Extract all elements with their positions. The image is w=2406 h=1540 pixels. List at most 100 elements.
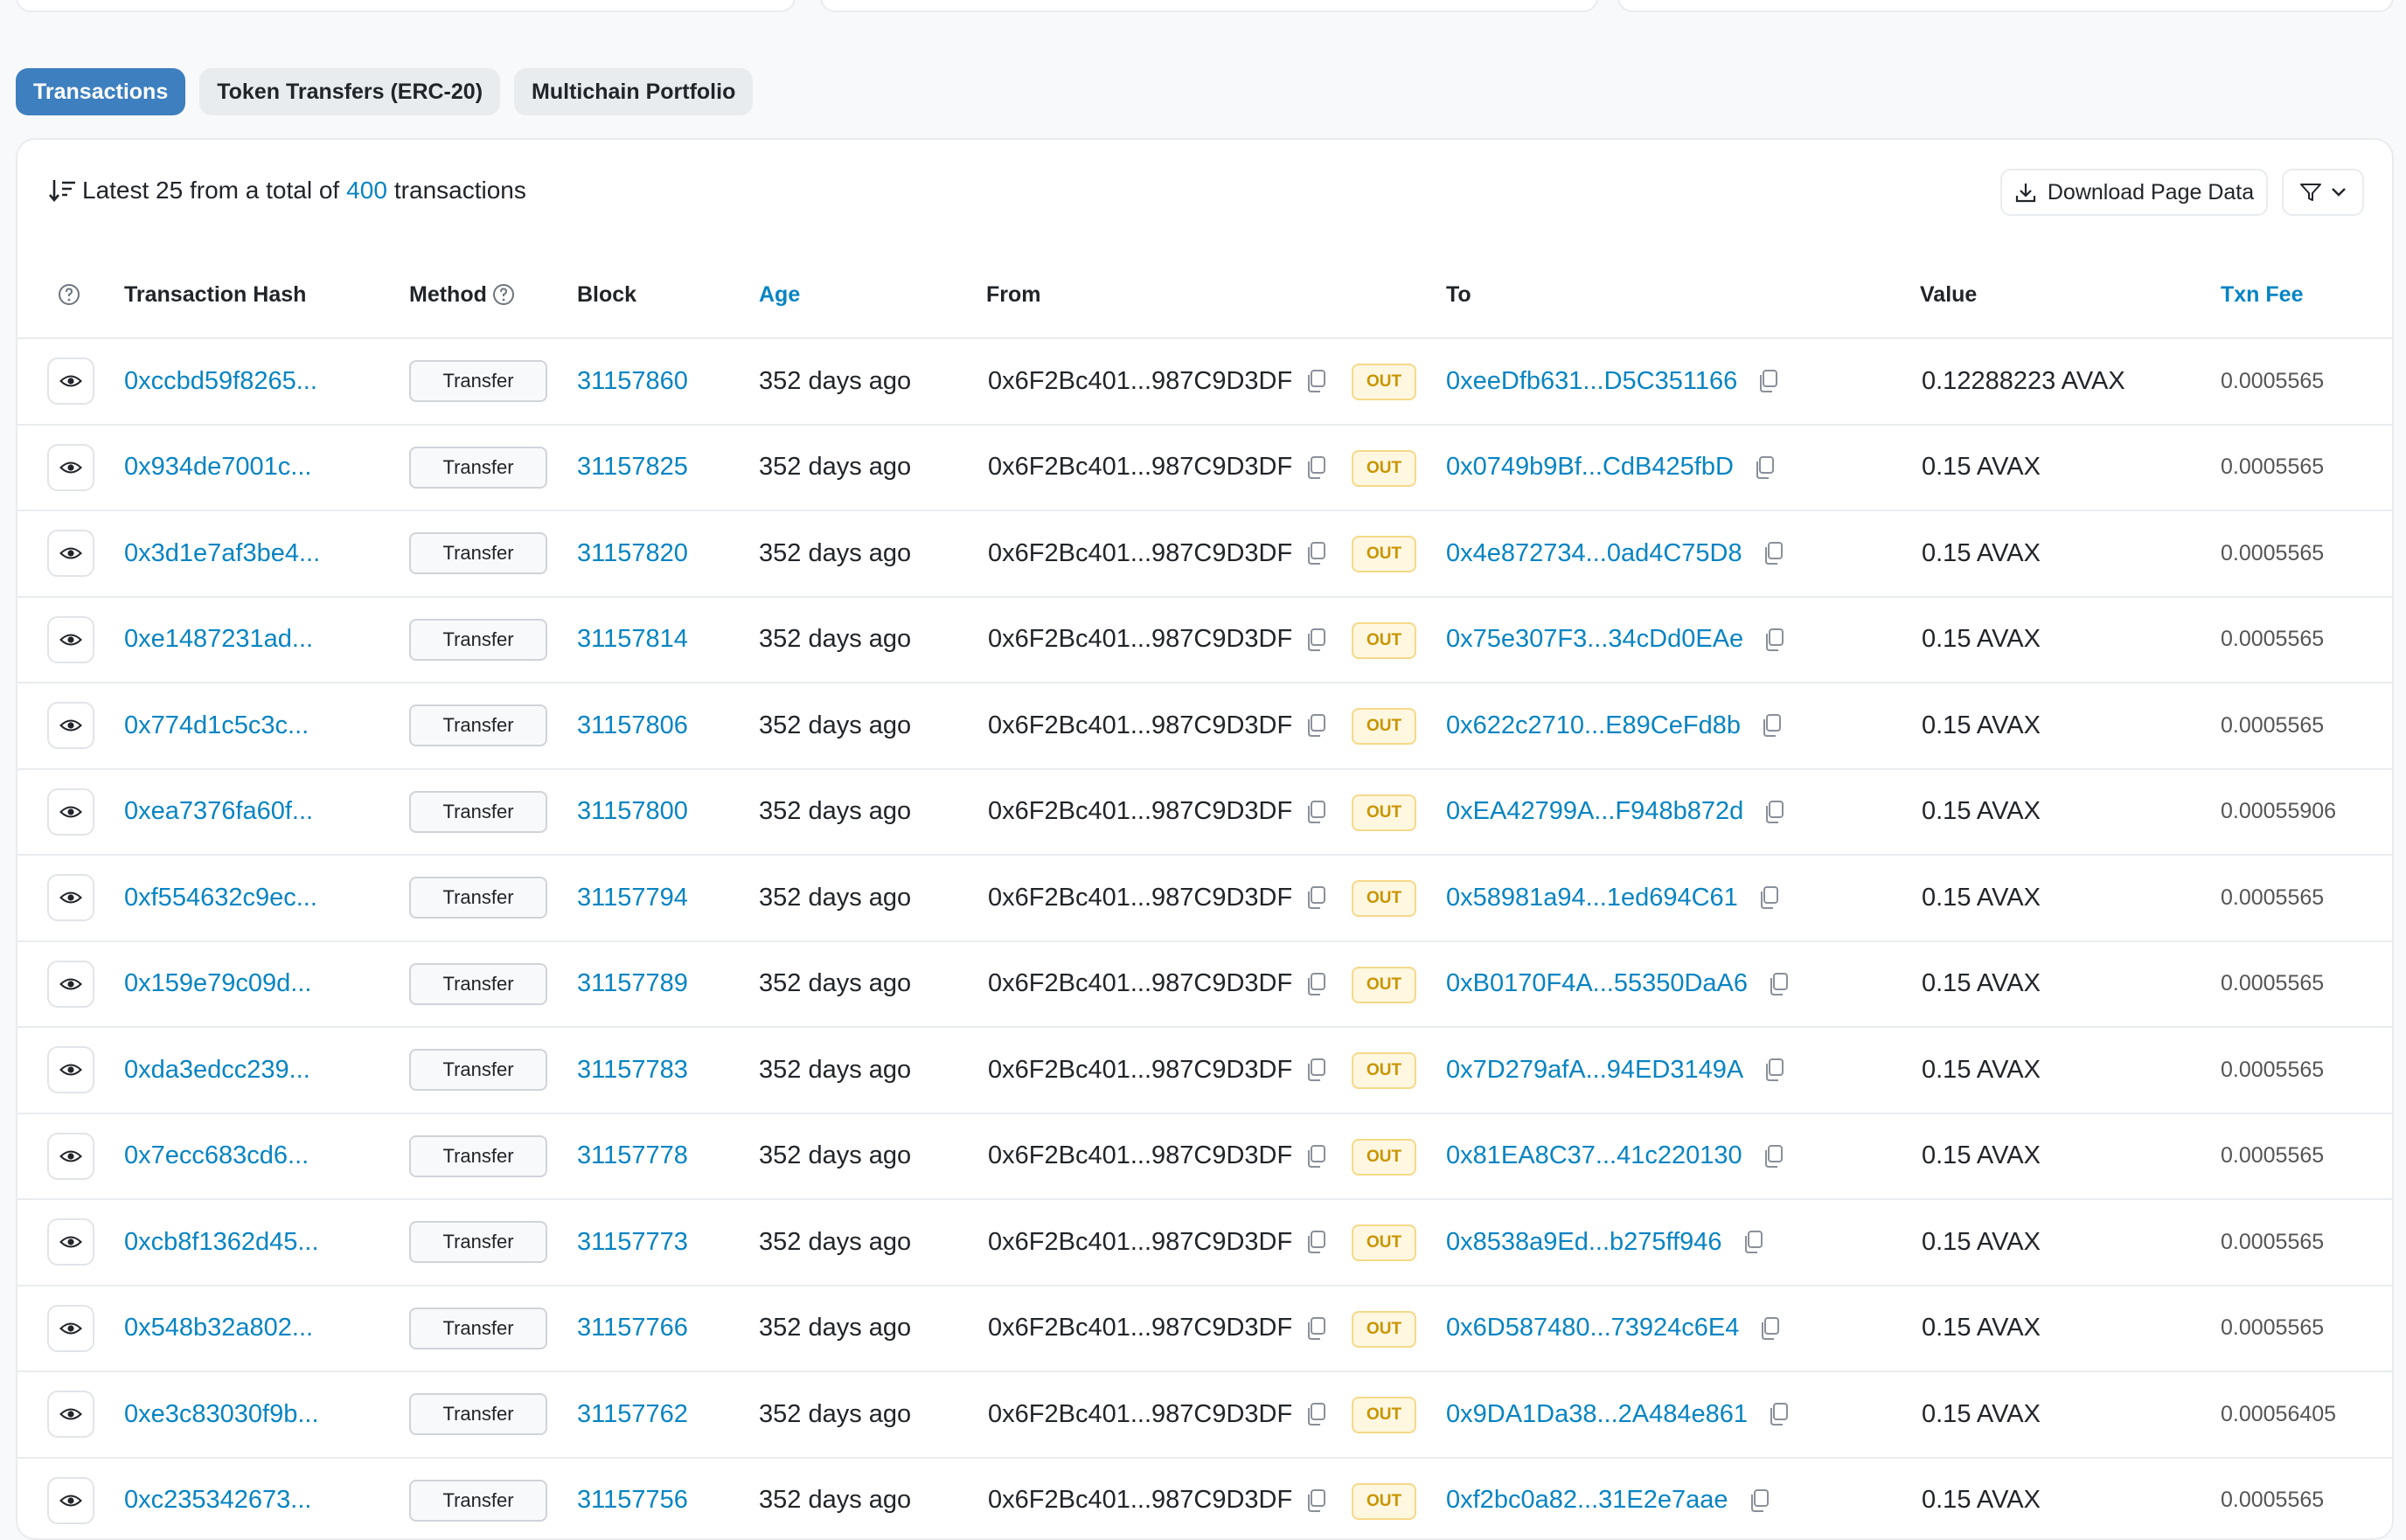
to-address-link[interactable]: 0x4e872734...0ad4C75D8 (1446, 539, 1742, 568)
copy-icon[interactable] (1304, 541, 1327, 565)
block-link[interactable]: 31157800 (577, 770, 688, 854)
transaction-hash-link[interactable]: 0xf554632c9ec... (124, 856, 317, 940)
to-address-link[interactable]: 0x6D587480...73924c6E4 (1446, 1314, 1739, 1342)
transaction-hash-link[interactable]: 0xda3edcc239... (124, 1028, 310, 1112)
block-link[interactable]: 31157814 (577, 598, 688, 682)
copy-icon[interactable] (1756, 369, 1779, 393)
copy-icon[interactable] (1753, 455, 1776, 480)
copy-icon[interactable] (1304, 1058, 1327, 1082)
view-details-button[interactable] (47, 1477, 94, 1524)
copy-icon[interactable] (1304, 713, 1327, 738)
view-details-button[interactable] (47, 702, 94, 749)
copy-icon[interactable] (1767, 972, 1790, 996)
eye-icon (59, 1062, 82, 1078)
copy-icon[interactable] (1767, 1402, 1790, 1426)
transaction-hash-link[interactable]: 0xccbd59f8265... (124, 339, 317, 423)
block-link[interactable]: 31157773 (577, 1200, 688, 1284)
copy-icon[interactable] (1304, 1488, 1327, 1513)
block-link[interactable]: 31157762 (577, 1372, 688, 1456)
to-address-link[interactable]: 0x0749b9Bf...CdB425fbD (1446, 453, 1734, 482)
direction-out-badge: OUT (1352, 1052, 1416, 1089)
copy-icon[interactable] (1760, 713, 1783, 738)
block-link[interactable]: 31157756 (577, 1459, 688, 1540)
copy-icon[interactable] (1304, 1144, 1327, 1169)
copy-icon[interactable] (1304, 369, 1327, 393)
view-details-button[interactable] (47, 1046, 94, 1093)
view-details-button[interactable] (47, 1218, 94, 1266)
download-page-data-button[interactable]: Download Page Data (2000, 169, 2268, 216)
block-link[interactable]: 31157860 (577, 339, 688, 423)
block-link[interactable]: 31157783 (577, 1028, 688, 1112)
copy-icon[interactable] (1762, 1144, 1784, 1169)
view-details-button[interactable] (47, 1133, 94, 1180)
transaction-hash-link[interactable]: 0x159e79c09d... (124, 942, 311, 1026)
transaction-hash-link[interactable]: 0xea7376fa60f... (124, 770, 313, 854)
block-link[interactable]: 31157778 (577, 1114, 688, 1198)
top-card-1 (16, 0, 796, 12)
total-count-link[interactable]: 400 (346, 177, 387, 205)
question-circle-icon[interactable] (492, 283, 515, 306)
view-details-button[interactable] (47, 357, 94, 405)
transaction-hash-link[interactable]: 0xe1487231ad... (124, 598, 313, 682)
view-details-button[interactable] (47, 961, 94, 1008)
to-address-link[interactable]: 0x81EA8C37...41c220130 (1446, 1141, 1742, 1170)
direction-out-badge: OUT (1352, 1224, 1416, 1261)
to-address-link[interactable]: 0x75e307F3...34cDd0EAe (1446, 625, 1743, 654)
tab-transactions[interactable]: Transactions (16, 68, 185, 115)
transaction-hash-link[interactable]: 0x548b32a802... (124, 1287, 313, 1370)
copy-icon[interactable] (1304, 1316, 1327, 1341)
copy-icon[interactable] (1304, 1402, 1327, 1426)
transaction-hash-link[interactable]: 0xcb8f1362d45... (124, 1200, 319, 1284)
view-details-button[interactable] (47, 530, 94, 577)
copy-icon[interactable] (1763, 1058, 1785, 1082)
copy-icon[interactable] (1304, 1230, 1327, 1254)
block-link[interactable]: 31157806 (577, 683, 688, 767)
copy-icon[interactable] (1763, 800, 1785, 824)
block-link[interactable]: 31157820 (577, 511, 688, 595)
transaction-hash-link[interactable]: 0x934de7001c... (124, 426, 311, 510)
transaction-hash-link[interactable]: 0x7ecc683cd6... (124, 1114, 309, 1198)
to-address-link[interactable]: 0xf2bc0a82...31E2e7aae (1446, 1486, 1728, 1515)
copy-icon[interactable] (1304, 455, 1327, 480)
copy-icon[interactable] (1304, 800, 1327, 824)
tab-multichain-portfolio[interactable]: Multichain Portfolio (514, 68, 753, 115)
copy-icon[interactable] (1757, 885, 1780, 910)
copy-icon[interactable] (1763, 628, 1785, 652)
transaction-hash-link[interactable]: 0xe3c83030f9b... (124, 1372, 319, 1456)
view-details-button[interactable] (47, 874, 94, 921)
to-address-link[interactable]: 0x58981a94...1ed694C61 (1446, 884, 1738, 912)
to-address-link[interactable]: 0x8538a9Ed...b275ff946 (1446, 1228, 1722, 1257)
to-address-link[interactable]: 0x9DA1Da38...2A484e861 (1446, 1400, 1748, 1429)
transaction-hash-link[interactable]: 0x774d1c5c3c... (124, 683, 309, 767)
block-link[interactable]: 31157794 (577, 856, 688, 940)
copy-icon[interactable] (1762, 541, 1784, 565)
column-txn-fee[interactable]: Txn Fee (2221, 252, 2303, 337)
tab-token-transfers[interactable]: Token Transfers (ERC-20) (199, 68, 500, 115)
view-details-button[interactable] (47, 616, 94, 663)
copy-icon[interactable] (1304, 972, 1327, 996)
view-details-button[interactable] (47, 788, 94, 836)
block-link[interactable]: 31157766 (577, 1287, 688, 1370)
transaction-hash-link[interactable]: 0xc235342673... (124, 1459, 311, 1540)
copy-icon[interactable] (1304, 628, 1327, 652)
to-address-link[interactable]: 0xeeDfb631...D5C351166 (1446, 367, 1737, 396)
copy-icon[interactable] (1304, 885, 1327, 910)
block-link[interactable]: 31157825 (577, 426, 688, 510)
view-details-button[interactable] (47, 1305, 94, 1352)
copy-icon[interactable] (1748, 1488, 1770, 1513)
value-text: 0.15 AVAX (1922, 598, 2041, 682)
to-address-link[interactable]: 0xB0170F4A...55350DaA6 (1446, 969, 1748, 998)
copy-icon[interactable] (1742, 1230, 1764, 1254)
block-link[interactable]: 31157789 (577, 942, 688, 1026)
column-age[interactable]: Age (759, 252, 800, 337)
view-details-button[interactable] (47, 1391, 94, 1438)
sort-descending-icon[interactable] (47, 177, 77, 204)
to-address-link[interactable]: 0xEA42799A...F948b872d (1446, 797, 1743, 826)
to-address-link[interactable]: 0x622c2710...E89CeFd8b (1446, 711, 1741, 740)
to-address-link[interactable]: 0x7D279afA...94ED3149A (1446, 1056, 1743, 1085)
filter-button[interactable] (2282, 169, 2364, 216)
view-details-button[interactable] (47, 444, 94, 491)
transaction-hash-link[interactable]: 0x3d1e7af3be4... (124, 511, 320, 595)
copy-icon[interactable] (1758, 1316, 1781, 1341)
select-column-help[interactable] (58, 252, 80, 337)
